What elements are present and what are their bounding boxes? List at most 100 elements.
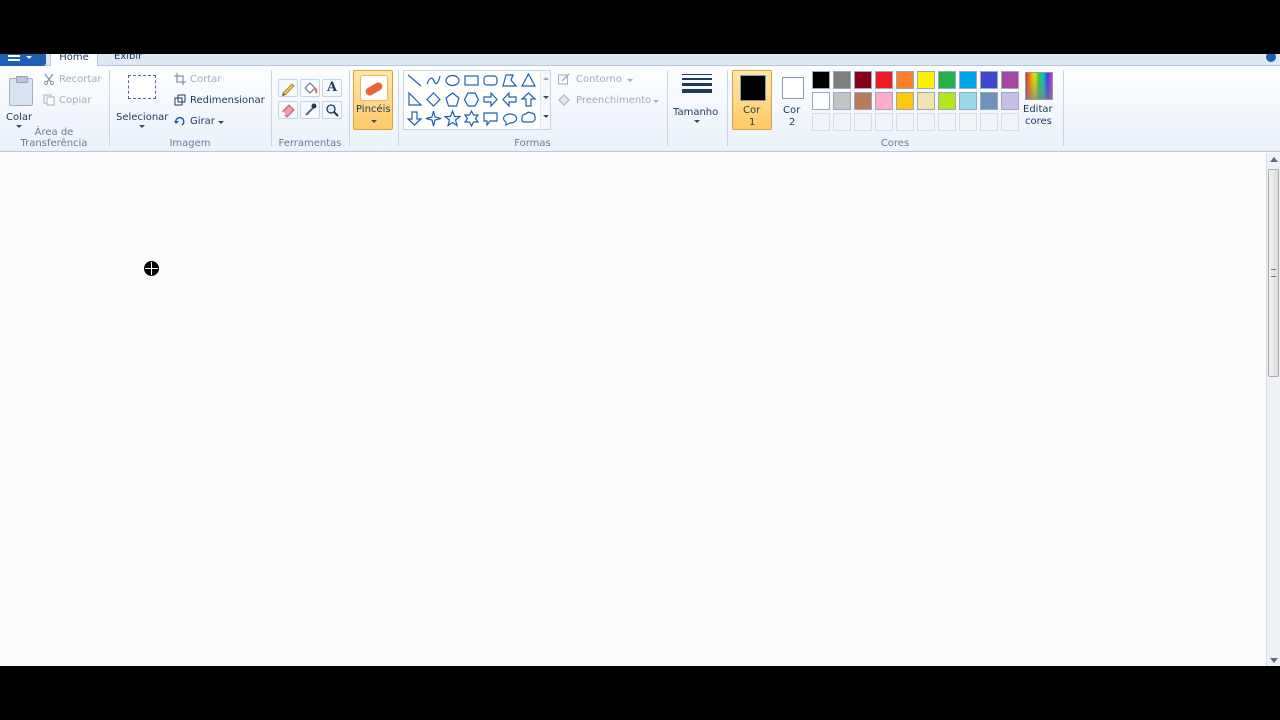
color2-button[interactable]: Cor 2 — [772, 70, 812, 130]
five-point-star-icon[interactable] — [444, 110, 461, 127]
eraser-tool[interactable] — [278, 101, 298, 119]
size-button[interactable]: Tamanho — [670, 70, 724, 130]
cloud-callout-icon[interactable] — [520, 110, 537, 127]
palette-empty-swatch[interactable] — [896, 113, 914, 131]
palette-color-swatch[interactable] — [854, 92, 872, 110]
select-button[interactable]: Selecionar — [114, 70, 168, 130]
palette-color-swatch[interactable] — [833, 71, 851, 89]
gallery-expand-icon[interactable] — [543, 115, 549, 118]
palette-empty-swatch[interactable] — [875, 113, 893, 131]
palette-color-swatch[interactable] — [917, 92, 935, 110]
chevron-down-icon[interactable] — [543, 96, 549, 99]
copy-button[interactable]: Copiar — [42, 93, 104, 109]
edit-colors-label-2: cores — [1025, 116, 1052, 127]
color-spectrum-icon — [1025, 72, 1053, 100]
diamond-shape-icon[interactable] — [425, 91, 442, 108]
polygon-shape-icon[interactable] — [501, 72, 518, 89]
palette-empty-swatch[interactable] — [917, 113, 935, 131]
fill-button[interactable]: Preenchimento — [557, 93, 661, 109]
palette-empty-swatch[interactable] — [812, 113, 830, 131]
palette-empty-swatch[interactable] — [1001, 113, 1019, 131]
rotate-button[interactable]: Girar — [173, 114, 233, 130]
color1-label: Cor — [743, 105, 761, 116]
ribbon-tab-bar: Home Exibir — [0, 54, 1280, 67]
text-tool[interactable]: A — [322, 79, 342, 97]
color1-button[interactable]: Cor 1 — [732, 70, 772, 130]
hexagon-shape-icon[interactable] — [463, 91, 480, 108]
outline-button[interactable]: Contorno — [557, 72, 637, 88]
palette-color-swatch[interactable] — [938, 92, 956, 110]
fill-tool[interactable] — [300, 79, 320, 97]
palette-color-swatch[interactable] — [833, 92, 851, 110]
file-menu-button[interactable] — [0, 54, 46, 66]
palette-empty-swatch[interactable] — [959, 113, 977, 131]
line-shape-icon[interactable] — [406, 72, 423, 89]
scroll-up-arrow-icon[interactable] — [1270, 157, 1278, 162]
paste-button[interactable]: Colar — [2, 70, 36, 130]
palette-color-swatch[interactable] — [812, 71, 830, 89]
palette-color-swatch[interactable] — [1001, 92, 1019, 110]
palette-color-swatch[interactable] — [917, 71, 935, 89]
triangle-shape-icon[interactable] — [520, 72, 537, 89]
curve-shape-icon[interactable] — [425, 72, 442, 89]
resize-label: Redimensionar — [190, 95, 265, 106]
magnifier-icon — [326, 104, 339, 117]
brushes-button[interactable]: Pincéis — [353, 70, 393, 130]
crop-button[interactable]: Cortar — [173, 72, 263, 88]
rectangle-shape-icon[interactable] — [463, 72, 480, 89]
group-label: Área de Transferência — [20, 127, 88, 149]
oval-callout-icon[interactable] — [501, 110, 518, 127]
crop-label: Cortar — [190, 74, 222, 85]
palette-color-swatch[interactable] — [938, 71, 956, 89]
vertical-scrollbar[interactable] — [1266, 153, 1280, 666]
magnifier-tool[interactable] — [322, 101, 342, 119]
resize-icon — [174, 94, 186, 106]
palette-color-swatch[interactable] — [875, 71, 893, 89]
palette-empty-swatch[interactable] — [938, 113, 956, 131]
color2-number: 2 — [789, 117, 796, 128]
right-triangle-shape-icon[interactable] — [406, 91, 423, 108]
palette-color-swatch[interactable] — [875, 92, 893, 110]
palette-color-swatch[interactable] — [896, 92, 914, 110]
down-arrow-shape-icon[interactable] — [406, 110, 423, 127]
palette-color-swatch[interactable] — [959, 92, 977, 110]
outline-pencil-icon — [558, 73, 570, 85]
up-arrow-shape-icon[interactable] — [520, 91, 537, 108]
chevron-down-icon — [653, 100, 659, 103]
drawing-canvas[interactable] — [0, 153, 1266, 666]
palette-color-swatch[interactable] — [1001, 71, 1019, 89]
selection-rectangle-icon — [128, 75, 156, 99]
left-arrow-shape-icon[interactable] — [501, 91, 518, 108]
crop-icon — [174, 73, 186, 85]
right-arrow-shape-icon[interactable] — [482, 91, 499, 108]
palette-color-swatch[interactable] — [854, 71, 872, 89]
scrollbar-thumb[interactable] — [1268, 169, 1279, 377]
help-icon[interactable] — [1266, 54, 1276, 62]
menu-icon — [8, 55, 20, 61]
palette-empty-swatch[interactable] — [980, 113, 998, 131]
rounded-rectangle-shape-icon[interactable] — [482, 72, 499, 89]
rectangular-callout-icon[interactable] — [482, 110, 499, 127]
pentagon-shape-icon[interactable] — [444, 91, 461, 108]
pencil-tool[interactable] — [278, 79, 298, 97]
palette-color-swatch[interactable] — [896, 71, 914, 89]
six-point-star-icon[interactable] — [463, 110, 480, 127]
four-point-star-icon[interactable] — [425, 110, 442, 127]
line-width-icon — [682, 74, 712, 98]
palette-color-swatch[interactable] — [812, 92, 830, 110]
color-picker-tool[interactable] — [300, 101, 320, 119]
group-label: Cores — [880, 138, 910, 149]
palette-empty-swatch[interactable] — [854, 113, 872, 131]
shapes-gallery-scrollbar[interactable] — [540, 71, 550, 129]
brushes-label: Pincéis — [356, 104, 391, 115]
resize-button[interactable]: Redimensionar — [173, 93, 268, 109]
scroll-down-arrow-icon[interactable] — [1270, 658, 1278, 663]
chevron-up-icon[interactable] — [543, 77, 549, 80]
palette-empty-swatch[interactable] — [833, 113, 851, 131]
palette-color-swatch[interactable] — [959, 71, 977, 89]
palette-color-swatch[interactable] — [980, 71, 998, 89]
edit-colors-button[interactable]: Editar cores — [1020, 70, 1058, 130]
cut-button[interactable]: Recortar — [42, 72, 104, 88]
oval-shape-icon[interactable] — [444, 72, 461, 89]
palette-color-swatch[interactable] — [980, 92, 998, 110]
